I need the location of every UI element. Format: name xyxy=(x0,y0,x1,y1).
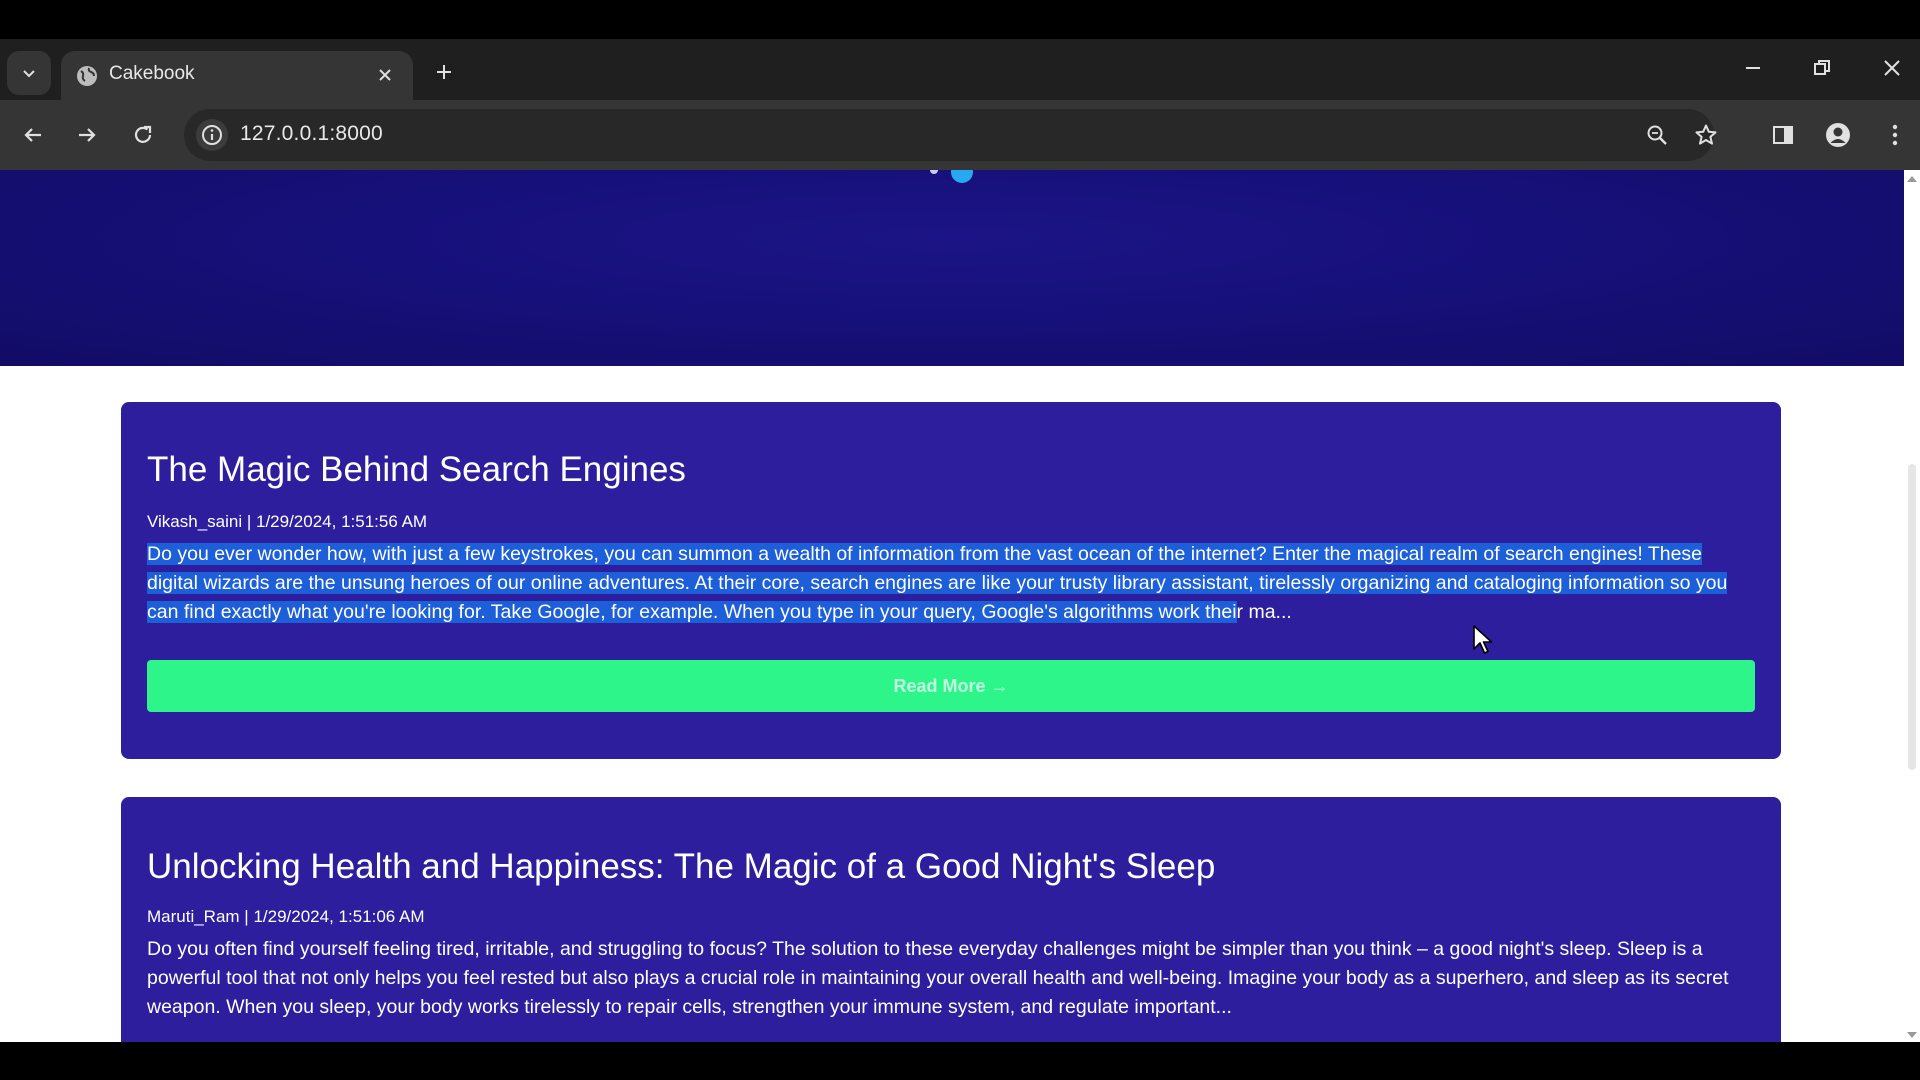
browser-toolbar: 127.0.0.1:8000 xyxy=(0,100,1920,170)
zoom-button[interactable] xyxy=(1641,119,1673,151)
minimize-icon xyxy=(1746,67,1760,69)
hero-decoration xyxy=(951,170,973,183)
tab-list-button[interactable] xyxy=(7,51,51,95)
post-meta: Maruti_Ram | 1/29/2024, 1:51:06 AM xyxy=(147,907,425,926)
new-tab-button[interactable] xyxy=(428,56,460,88)
chevron-down-icon xyxy=(23,70,35,78)
tab-cakebook[interactable]: Cakebook xyxy=(61,51,413,100)
post-meta: Vikash_saini | 1/29/2024, 1:51:56 AM xyxy=(147,512,428,531)
read-more-button[interactable]: Read More → xyxy=(147,660,1755,712)
tab-close-button[interactable] xyxy=(371,61,399,89)
back-button[interactable] xyxy=(14,116,52,154)
address-bar[interactable]: 127.0.0.1:8000 xyxy=(184,109,1717,161)
close-icon xyxy=(379,69,391,81)
tab-title: Cakebook xyxy=(109,63,195,84)
post-card: The Magic Behind Search Engines Vikash_s… xyxy=(121,402,1781,759)
reload-button[interactable] xyxy=(124,116,162,154)
post-excerpt: Do you often find yourself feeling tired… xyxy=(147,938,1729,1018)
star-icon xyxy=(1695,124,1717,145)
page-viewport: The Magic Behind Search Engines Vikash_s… xyxy=(0,170,1904,1042)
scroll-down-arrow[interactable] xyxy=(1907,1032,1917,1038)
close-window-button[interactable] xyxy=(1872,51,1912,85)
excerpt-rest: r ma... xyxy=(1236,601,1292,623)
info-icon xyxy=(202,125,222,145)
site-info-button[interactable] xyxy=(196,119,228,151)
arrow-right-icon xyxy=(79,128,96,142)
selected-text: Do you ever wonder how, with just a few … xyxy=(147,543,1728,623)
kebab-menu-icon xyxy=(1892,124,1898,146)
side-panel-icon xyxy=(1773,126,1793,144)
post-excerpt: Do you ever wonder how, with just a few … xyxy=(147,540,1757,627)
post-card: Unlocking Health and Happiness: The Magi… xyxy=(121,797,1781,1042)
scroll-up-arrow[interactable] xyxy=(1907,176,1917,182)
tab-strip: Cakebook xyxy=(0,39,1920,100)
globe-icon xyxy=(77,66,97,86)
forward-button[interactable] xyxy=(68,116,106,154)
browser-menu-button[interactable] xyxy=(1876,116,1914,154)
scroll-thumb[interactable] xyxy=(1908,464,1916,770)
hero-decoration xyxy=(930,170,938,174)
profile-button[interactable] xyxy=(1819,116,1857,154)
page-scrollbar[interactable] xyxy=(1904,170,1920,1042)
side-panel-button[interactable] xyxy=(1764,116,1802,154)
plus-icon xyxy=(437,65,451,79)
bookmark-button[interactable] xyxy=(1690,119,1722,151)
screen: Cakebook 127.0.0.1:8000 The Magic Behind… xyxy=(0,0,1920,1080)
reload-icon xyxy=(134,125,152,143)
url-text[interactable]: 127.0.0.1:8000 xyxy=(240,122,383,146)
arrow-left-icon xyxy=(24,128,41,142)
restore-icon xyxy=(1814,60,1830,75)
profile-icon xyxy=(1826,123,1850,147)
close-icon xyxy=(1884,60,1900,76)
hero-banner xyxy=(0,170,1904,366)
post-title[interactable]: Unlocking Health and Happiness: The Magi… xyxy=(147,847,1215,887)
zoom-icon xyxy=(1647,125,1667,145)
post-title[interactable]: The Magic Behind Search Engines xyxy=(147,450,686,490)
restore-button[interactable] xyxy=(1802,51,1842,85)
mouse-pointer-icon xyxy=(1473,625,1493,654)
minimize-button[interactable] xyxy=(1733,51,1773,85)
